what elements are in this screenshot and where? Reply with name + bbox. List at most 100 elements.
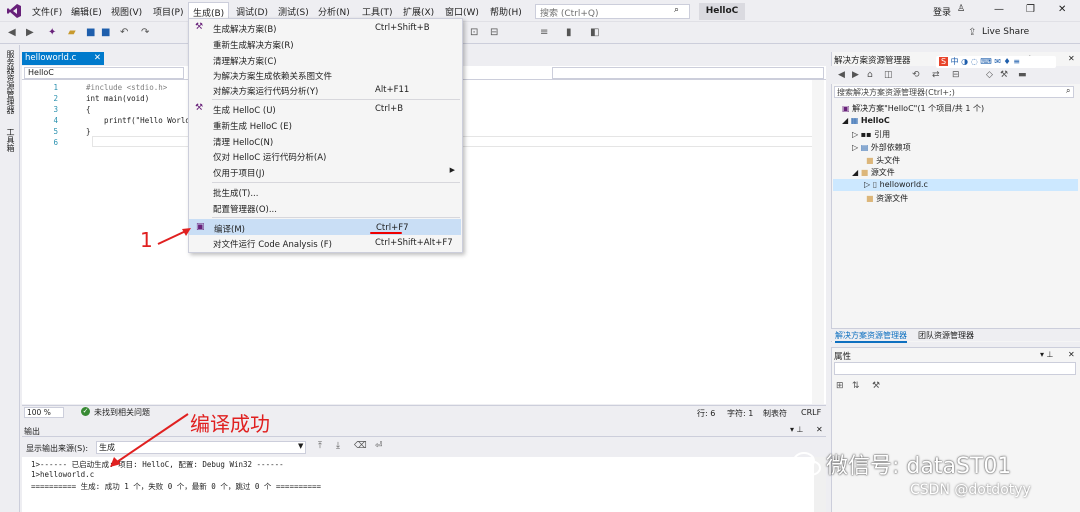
menu-edit[interactable]: 编辑(E) xyxy=(71,5,102,18)
tree-item-solution[interactable]: ▣ 解决方案"HelloC"(1 个项目/共 1 个) xyxy=(842,103,984,114)
liveshare-icon[interactable]: ⇪ xyxy=(968,27,976,38)
menu-item-dependency-graph[interactable]: 为解决方案生成依赖关系图文件 xyxy=(189,67,461,83)
project-scope-dropdown[interactable]: HelloC xyxy=(24,67,184,79)
menu-item-code-analysis-file[interactable]: 对文件运行 Code Analysis (F) Ctrl+Shift+Alt+F… xyxy=(189,235,461,251)
panel-options-icon[interactable]: ▾ ⊥ xyxy=(1040,350,1054,359)
code-line: } xyxy=(86,127,91,136)
tab-solution-explorer[interactable]: 解决方案资源管理器 xyxy=(835,330,907,343)
properties-icon[interactable]: ⚒ xyxy=(1000,70,1008,80)
back-icon[interactable]: ◀ xyxy=(8,27,16,38)
prev-message-icon[interactable]: ⤒ xyxy=(318,441,322,451)
prev-bookmark-icon[interactable]: ◧ xyxy=(590,27,599,38)
collapse-all-icon[interactable]: ⊟ xyxy=(952,70,960,80)
home-icon[interactable]: ⌂ xyxy=(867,70,873,80)
menu-item-compile[interactable]: ▣ 编译(M) Ctrl+F7 xyxy=(189,219,461,235)
menu-item-rebuild-project[interactable]: 重新生成 HelloC (E) xyxy=(189,117,461,133)
close-panel-icon[interactable]: ✕ xyxy=(816,425,823,434)
toolbar-icon-1[interactable]: ⊡ xyxy=(470,27,478,38)
menu-item-rebuild-solution[interactable]: 重新生成解决方案(R) xyxy=(189,36,461,52)
bookmark-icon[interactable]: ▮ xyxy=(566,27,572,38)
chevron-down-icon[interactable]: ▼ xyxy=(298,442,303,450)
word-wrap-icon[interactable]: ⏎ xyxy=(375,441,383,451)
toolbar-icon-2[interactable]: ⊟ xyxy=(490,27,498,38)
menu-extensions[interactable]: 扩展(X) xyxy=(403,5,434,18)
menu-item-configuration-manager[interactable]: 配置管理器(O)... xyxy=(189,200,461,216)
liveshare-button[interactable]: Live Share xyxy=(982,27,1029,37)
output-panel-title: 输出 xyxy=(24,427,40,436)
back-icon[interactable]: ◀ xyxy=(838,70,845,80)
tree-item-project[interactable]: ◢ ▦ HelloC xyxy=(842,116,890,125)
new-item-icon[interactable]: ✦ xyxy=(48,27,56,38)
menu-debug[interactable]: 调试(D) xyxy=(236,5,268,18)
zoom-dropdown[interactable]: 100 % xyxy=(24,407,64,418)
tree-item-external-deps[interactable]: ▷ ▤ 外部依赖项 xyxy=(852,142,911,153)
forward-icon[interactable]: ▶ xyxy=(26,27,34,38)
search-input[interactable]: 搜索 (Ctrl+Q) xyxy=(535,4,690,19)
close-window-icon[interactable]: ✕ xyxy=(1058,4,1066,15)
menu-item-project-only[interactable]: 仅用于项目(J) ▶ xyxy=(189,164,461,180)
pin-icon[interactable]: ▾ ⊥ xyxy=(790,425,804,434)
property-pages-icon[interactable]: ⚒ xyxy=(872,381,880,391)
code-icon[interactable]: ◇ xyxy=(986,70,993,80)
categorized-icon[interactable]: ⊞ xyxy=(836,381,844,391)
forward-icon[interactable]: ▶ xyxy=(852,70,859,80)
menu-help[interactable]: 帮助(H) xyxy=(490,5,522,18)
login-link[interactable]: 登录 xyxy=(933,5,951,18)
tree-item-source-files[interactable]: ◢ ■ 源文件 xyxy=(852,167,895,178)
menu-item-batch-build[interactable]: 批生成(T)... xyxy=(189,184,461,200)
search-icon[interactable]: ⌕ xyxy=(674,5,679,15)
preview-icon[interactable]: ▬ xyxy=(1018,70,1027,80)
close-panel-icon[interactable]: ✕ xyxy=(1068,54,1075,63)
menu-window[interactable]: 窗口(W) xyxy=(445,5,479,18)
ime-toolbar[interactable]: S 中 ◑ ◌ ⌨ ✉ ♦ ≡ xyxy=(936,56,1056,68)
close-tab-icon[interactable]: ✕ xyxy=(94,53,101,63)
restore-icon[interactable]: ❐ xyxy=(1026,4,1035,15)
sync-icon[interactable]: ⇄ xyxy=(932,70,940,80)
menu-item-code-analysis-project[interactable]: 仅对 HelloC 运行代码分析(A) xyxy=(189,148,461,164)
tree-item-label: 资源文件 xyxy=(876,194,909,203)
comment-icon[interactable]: ≡ xyxy=(540,27,548,38)
pending-changes-icon[interactable]: ⟲ xyxy=(912,70,920,80)
menu-test[interactable]: 测试(S) xyxy=(278,5,309,18)
menu-tools[interactable]: 工具(T) xyxy=(362,5,393,18)
menu-item-run-code-analysis-solution[interactable]: 对解决方案运行代码分析(Y) Alt+F11 xyxy=(189,82,461,98)
solution-search-input[interactable]: 搜索解决方案资源管理器(Ctrl+;) xyxy=(834,86,1074,98)
close-panel-icon[interactable]: ✕ xyxy=(1068,350,1075,359)
switch-views-icon[interactable]: ◫ xyxy=(884,70,893,80)
save-all-icon[interactable]: ■ xyxy=(101,27,110,38)
menu-item-build-project[interactable]: ⚒ 生成 HelloC (U) Ctrl+B xyxy=(189,101,461,117)
menu-item-build-solution[interactable]: ⚒ 生成解决方案(B) Ctrl+Shift+B xyxy=(189,20,461,36)
tree-item-resource-files[interactable]: ■ 资源文件 xyxy=(866,193,908,204)
menu-analyze[interactable]: 分析(N) xyxy=(318,5,350,18)
user-icon[interactable]: ♙ xyxy=(957,4,965,14)
expanded-icon: ◢ xyxy=(842,116,849,125)
menu-project[interactable]: 项目(P) xyxy=(153,5,183,18)
tree-item-label: HelloC xyxy=(860,116,890,125)
menu-file[interactable]: 文件(F) xyxy=(32,5,62,18)
save-icon[interactable]: ■ xyxy=(86,27,95,38)
server-explorer-tab[interactable]: 服务器资源管理器 xyxy=(5,50,16,114)
next-message-icon[interactable]: ⤓ xyxy=(336,441,340,451)
redo-icon[interactable]: ↷ xyxy=(141,27,149,38)
editor-scrollbar[interactable] xyxy=(812,80,824,404)
open-folder-icon[interactable]: ▰ xyxy=(68,27,76,38)
toolbox-tab[interactable]: 工具箱 xyxy=(5,128,16,152)
menu-item-clean-solution[interactable]: 清理解决方案(C) xyxy=(189,52,461,68)
tab-team-explorer[interactable]: 团队资源管理器 xyxy=(918,330,974,341)
tree-item-helloworld[interactable]: ▷ ▯ helloworld.c xyxy=(864,180,928,189)
tree-item-references[interactable]: ▷ ▪▪ 引用 xyxy=(852,129,890,140)
search-icon[interactable]: ⌕ xyxy=(1066,86,1070,96)
menu-view[interactable]: 视图(V) xyxy=(111,5,142,18)
function-scope-dropdown[interactable] xyxy=(552,67,824,79)
menu-item-clean-project[interactable]: 清理 HelloC(N) xyxy=(189,133,461,149)
clear-all-icon[interactable]: ⌫ xyxy=(354,441,367,451)
undo-icon[interactable]: ↶ xyxy=(120,27,128,38)
tree-item-label: 解决方案"HelloC"(1 个项目/共 1 个) xyxy=(852,104,985,113)
properties-object-dropdown[interactable] xyxy=(834,362,1076,375)
external-deps-icon: ▤ xyxy=(860,143,869,152)
document-tab-helloworld[interactable]: helloworld.c ✕ xyxy=(22,52,104,65)
tree-item-header-files[interactable]: ■ 头文件 xyxy=(866,155,900,166)
menu-item-label: 生成解决方案(B) xyxy=(213,25,277,35)
alphabetical-icon[interactable]: ⇅ xyxy=(852,381,860,391)
minimize-icon[interactable]: — xyxy=(994,4,1004,15)
